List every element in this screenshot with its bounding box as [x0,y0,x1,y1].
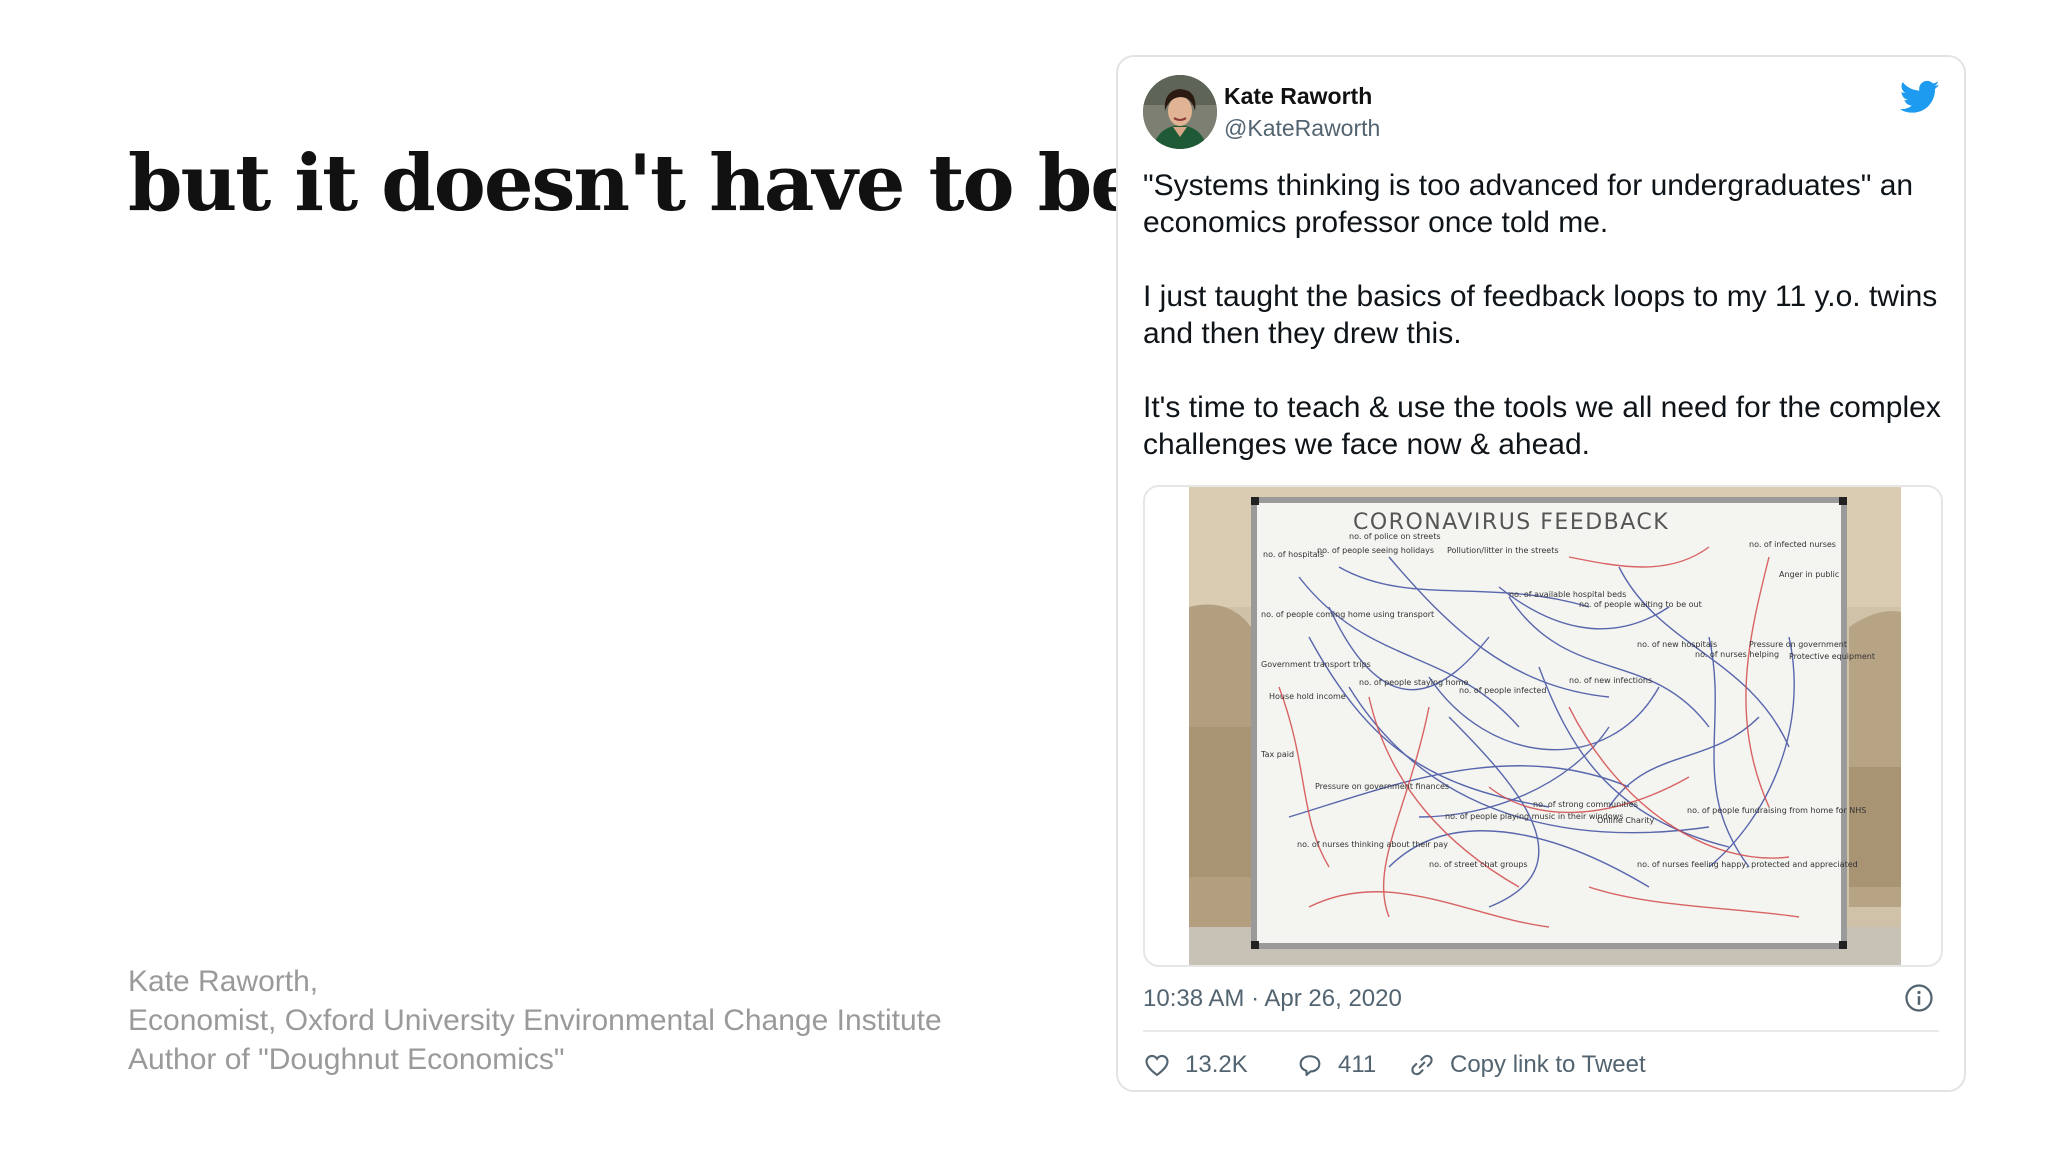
svg-text:no. of people infected: no. of people infected [1459,686,1546,695]
tweet-media[interactable]: CORONAVIRUS FEEDBACK no. of hospitals no… [1143,485,1943,967]
speaker-attribution: Kate Raworth, Economist, Oxford Universi… [128,962,942,1079]
slide-title: but it doesn't have to be. [128,138,1165,229]
svg-text:no. of people seeing holidays: no. of people seeing holidays [1317,546,1434,555]
like-count: 13.2K [1185,1051,1248,1078]
attribution-book: Author of "Doughnut Economics" [128,1043,565,1076]
svg-text:Pressure on government: Pressure on government [1749,640,1847,649]
svg-text:no. of nurses thinking about t: no. of nurses thinking about their pay [1297,840,1448,849]
tweet-paragraph: It's time to teach & use the tools we al… [1143,391,1941,461]
tweet-text: "Systems thinking is too advanced for un… [1143,167,1943,463]
svg-text:Pollution/litter in the street: Pollution/litter in the streets [1447,546,1559,555]
heart-icon [1145,1054,1169,1077]
svg-text:no. of infected nurses: no. of infected nurses [1749,540,1836,549]
attribution-role: Economist, Oxford University Environment… [128,1004,942,1037]
tweet-paragraph: I just taught the basics of feedback loo… [1143,280,1938,350]
author-handle[interactable]: @KateRaworth [1224,115,1380,142]
svg-text:Online Charity: Online Charity [1597,816,1655,825]
reply-bubble-icon [1299,1055,1321,1076]
svg-text:no. of new hospitals: no. of new hospitals [1637,640,1717,649]
link-icon [1411,1054,1433,1076]
svg-text:no. of people fundraising from: no. of people fundraising from home for … [1687,806,1866,815]
tweet-timestamp[interactable]: 10:38 AM · Apr 26, 2020 [1143,985,1402,1013]
divider [1143,1030,1939,1032]
svg-text:no. of strong communities: no. of strong communities [1533,800,1638,809]
svg-text:no. of available hospital beds: no. of available hospital beds [1509,590,1626,599]
svg-text:no. of hospitals: no. of hospitals [1263,550,1324,559]
like-button[interactable]: 13.2K [1143,1045,1248,1085]
twitter-bird-icon[interactable] [1900,77,1940,117]
attribution-name: Kate Raworth, [128,965,319,998]
svg-text:Tax paid: Tax paid [1260,750,1294,759]
svg-text:no. of new infections: no. of new infections [1569,676,1652,685]
svg-text:Government transport trips: Government transport trips [1261,660,1371,669]
tweet-paragraph: "Systems thinking is too advanced for un… [1143,169,1914,239]
author-name[interactable]: Kate Raworth [1224,83,1372,110]
copy-link-button[interactable]: Copy link to Tweet [1408,1045,1646,1085]
whiteboard-photo: CORONAVIRUS FEEDBACK no. of hospitals no… [1189,487,1901,965]
copy-link-label: Copy link to Tweet [1450,1051,1646,1078]
info-icon[interactable] [1904,983,1934,1013]
avatar[interactable] [1143,75,1217,149]
svg-text:no. of people coming home usin: no. of people coming home using transpor… [1261,610,1434,619]
svg-text:Pressure on government finance: Pressure on government finances [1315,782,1449,791]
svg-text:no. of police on streets: no. of police on streets [1349,532,1441,541]
svg-text:no. of nurses feeling happy, p: no. of nurses feeling happy, protected a… [1637,860,1858,869]
svg-text:no. of people staying home: no. of people staying home [1359,678,1468,687]
reply-count: 411 [1338,1051,1377,1078]
svg-text:Anger in public: Anger in public [1779,570,1839,579]
reply-button[interactable]: 411 [1296,1045,1376,1085]
svg-text:no. of nurses helping: no. of nurses helping [1695,650,1779,659]
svg-text:no. of street chat groups: no. of street chat groups [1429,860,1528,869]
svg-text:Protective equipment: Protective equipment [1789,652,1875,661]
embedded-tweet[interactable]: Kate Raworth @KateRaworth "Systems think… [1116,55,1966,1092]
svg-text:no. of people waiting to be ou: no. of people waiting to be out [1579,600,1702,609]
svg-text:House hold income: House hold income [1269,692,1346,701]
